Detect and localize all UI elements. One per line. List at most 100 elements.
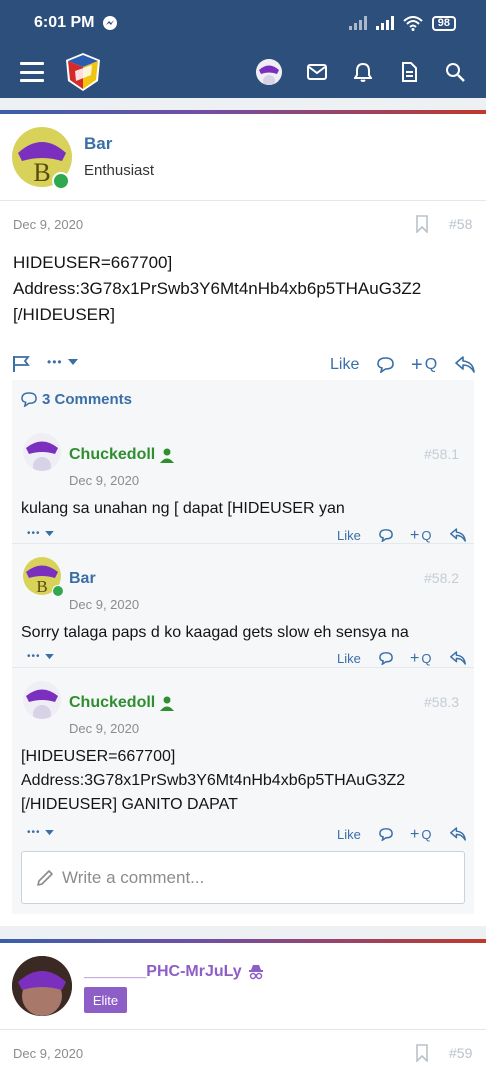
like-button[interactable]: Like [337,827,361,842]
user-badge: Elite [84,987,127,1013]
comment-author[interactable]: Chuckedoll [69,446,155,464]
write-comment-input[interactable]: Write a comment... [21,851,465,904]
battery-indicator: 98 [431,15,456,31]
mask-avatar-icon [26,689,58,719]
quote-label: Q [421,827,432,842]
post-58: B Bar Enthusiast Dec 9, 2020 #58 HIDEUSE… [0,114,486,926]
like-button[interactable]: Like [330,356,359,374]
speech-bubble-icon[interactable] [379,828,393,841]
comment-number[interactable]: #58.2 [424,570,459,586]
search-icon[interactable] [444,61,466,83]
flag-icon[interactable] [12,355,30,373]
mask-avatar-icon [256,59,282,85]
status-indicators: 98 [348,15,456,31]
speech-bubble-icon [21,392,37,407]
quote-label: Q [424,356,438,373]
quote-label: Q [421,528,432,543]
comment-text: kulang sa unahan ng [ dapat [HIDEUSER ya… [21,500,345,517]
speech-bubble-icon[interactable] [379,529,393,542]
staff-user-icon [160,696,174,711]
chevron-down-icon [44,653,54,659]
more-options-button[interactable]: ••• [47,355,78,369]
comment-date[interactable]: Dec 9, 2020 [69,473,139,488]
signal-icon [375,16,394,30]
post-date[interactable]: Dec 9, 2020 [13,1046,83,1061]
header-divider [0,1029,486,1030]
online-status-icon [52,172,70,190]
top-navbar [0,46,486,98]
comment-text: Sorry talaga paps d ko kaagad gets slow … [21,624,409,641]
post-date[interactable]: Dec 9, 2020 [13,217,83,232]
more-label: ••• [47,355,63,369]
avatar[interactable] [12,956,72,1016]
avatar[interactable] [23,681,61,719]
quote-label: Q [421,651,432,666]
quote-button[interactable]: + Q [410,827,432,843]
incognito-icon [249,965,263,980]
staff-user-icon [160,448,174,463]
like-label: Like [337,651,361,666]
quote-button[interactable]: + Q [411,355,438,375]
post-author[interactable]: Bar [84,134,112,154]
like-label: Like [330,356,360,373]
post-author[interactable]: _______PHC-MrJuLy [84,963,242,981]
nav-icon-group [256,59,466,85]
comment-58-3: Chuckedoll Dec 9, 2020 #58.3 [HIDEUSER=6… [12,667,474,837]
mask-avatar-icon [12,956,72,1016]
avatar-letter: B [36,577,47,595]
post-number[interactable]: #58 [449,216,472,232]
avatar[interactable] [23,433,61,471]
status-bar: 6:01 PM 98 [0,0,486,46]
comments-toggle[interactable]: 3 Comments [21,391,132,408]
pencil-icon [37,869,53,886]
like-button[interactable]: Like [337,651,361,666]
user-avatar[interactable] [256,59,282,85]
chevron-down-icon [67,358,78,365]
hamburger-icon[interactable] [20,62,44,82]
online-status-icon [52,585,64,597]
like-label: Like [337,528,361,543]
comment-placeholder: Write a comment... [62,867,205,887]
bell-icon[interactable] [352,61,374,83]
comment-date[interactable]: Dec 9, 2020 [69,597,139,612]
like-label: Like [337,827,361,842]
user-role: Enthusiast [84,162,155,179]
comment-58-2: B Bar Dec 9, 2020 #58.2 Sorry talaga pap… [12,543,474,661]
site-logo[interactable] [62,51,104,93]
comment-58-1: Chuckedoll Dec 9, 2020 #58.1 kulang sa u… [12,420,474,538]
quote-button[interactable]: + Q [410,651,432,667]
like-button[interactable]: Like [337,528,361,543]
header-divider [0,200,486,201]
envelope-icon[interactable] [306,61,328,83]
comment-text: [HIDEUSER=667700] Address:3G78x1PrSwb3Y6… [21,748,406,813]
more-options-button[interactable]: ••• [27,827,54,838]
post-number[interactable]: #59 [449,1045,472,1061]
reply-arrow-icon[interactable] [455,356,475,373]
reply-arrow-icon[interactable] [450,651,466,665]
more-options-button[interactable]: ••• [27,528,54,539]
avatar-letter: B [33,158,50,187]
chevron-down-icon [44,829,54,835]
comment-author[interactable]: Chuckedoll [69,694,155,712]
quote-button[interactable]: + Q [410,528,432,544]
comment-author[interactable]: Bar [69,570,96,588]
wifi-icon [403,15,423,31]
status-time-group: 6:01 PM [34,14,118,32]
reply-arrow-icon[interactable] [450,528,466,542]
bookmark-icon[interactable] [415,215,429,233]
post-59: _______PHC-MrJuLy Dec 9, 2020 #59 [0,943,486,1080]
comments-count: 3 Comments [42,391,133,408]
signal-icon [348,16,367,30]
messenger-icon [103,16,118,30]
bookmark-icon[interactable] [415,1044,429,1062]
reply-arrow-icon[interactable] [450,827,466,841]
status-time: 6:01 PM [34,14,95,31]
speech-bubble-icon[interactable] [377,357,394,373]
comment-number[interactable]: #58.3 [424,694,459,710]
speech-bubble-icon[interactable] [379,652,393,665]
more-options-button[interactable]: ••• [27,651,54,662]
comment-date[interactable]: Dec 9, 2020 [69,721,139,736]
comment-number[interactable]: #58.1 [424,446,459,462]
document-icon[interactable] [398,61,420,83]
chevron-down-icon [44,530,54,536]
